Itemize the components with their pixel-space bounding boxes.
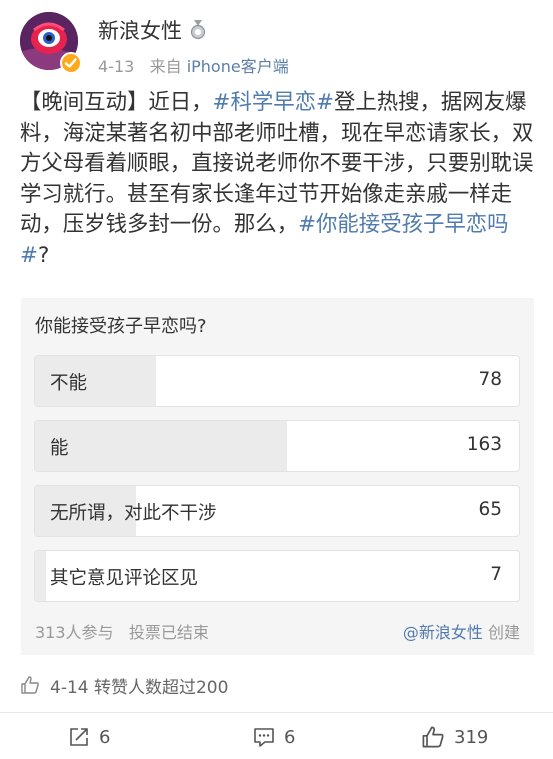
poll-participants: 313人参与 [35,623,114,642]
poll-option-count: 78 [478,369,502,390]
poll-option-label: 无所谓，对此不干涉 [50,503,217,524]
verified-badge-icon [60,52,82,74]
repost-likes-info: 4-14 转赞人数超过200 [20,673,229,698]
poll-card: 你能接受孩子早恋吗? 不能 78 能 163 无所谓，对此不干涉 65 其它意见… [21,298,534,655]
poll-option-count: 7 [490,564,502,585]
poll-option-count: 163 [466,434,502,455]
poll-option-label: 其它意见评论区见 [50,568,199,589]
poll-option-label: 不能 [50,373,88,394]
medal-icon[interactable] [190,20,206,40]
comment-button[interactable]: 6 [253,724,295,750]
divider [0,712,553,713]
post-meta: 4-13 来自 iPhone客户端 [98,53,289,77]
like-button[interactable]: 319 [421,724,488,750]
post-date: 4-13 [98,57,135,76]
action-bar: 6 6 319 [0,714,553,759]
username[interactable]: 新浪女性 [98,15,182,45]
poll-option-label: 能 [50,438,69,459]
poll-option-count: 65 [478,499,502,520]
poll-footer: 313人参与 投票已结束 @新浪女性 创建 [35,619,520,643]
like-icon [422,726,444,748]
poll-status: 投票已结束 [128,623,209,642]
avatar[interactable] [20,12,82,74]
poll-option-bar [35,551,46,601]
poll-option-bar [35,421,288,471]
poll-option[interactable]: 能 163 [34,420,520,472]
like-count: 319 [454,726,489,748]
source-prefix: 来自 [149,57,182,76]
thumb-up-icon [21,676,39,694]
post-text-1: 【晚间互动】近日， [20,90,213,115]
comment-icon [254,728,274,747]
poll-question: 你能接受孩子早恋吗? [35,316,207,337]
poll-option[interactable]: 无所谓，对此不干涉 65 [34,485,520,537]
poll-option[interactable]: 不能 78 [34,355,520,407]
poll-option[interactable]: 其它意见评论区见 7 [34,550,520,602]
repost-button[interactable]: 6 [68,724,110,750]
topic-link-1[interactable]: #科学早恋# [213,90,334,115]
repost-icon [70,728,88,746]
poll-creator-link[interactable]: @新浪女性 [403,623,483,642]
comment-count: 6 [284,726,296,748]
poll-created-label: 创建 [487,623,520,642]
post-source: iPhone客户端 [186,57,289,76]
repost-count: 6 [99,726,111,748]
post-text-3: ? [37,242,50,268]
repost-likes-text: 4-14 转赞人数超过200 [50,677,229,698]
post-body: 【晚间互动】近日，#科学早恋#登上热搜，据网友爆料，海淀某著名初中部老师吐槽，现… [20,88,536,272]
post-header: 新浪女性 4-13 来自 iPhone客户端 [0,0,553,84]
